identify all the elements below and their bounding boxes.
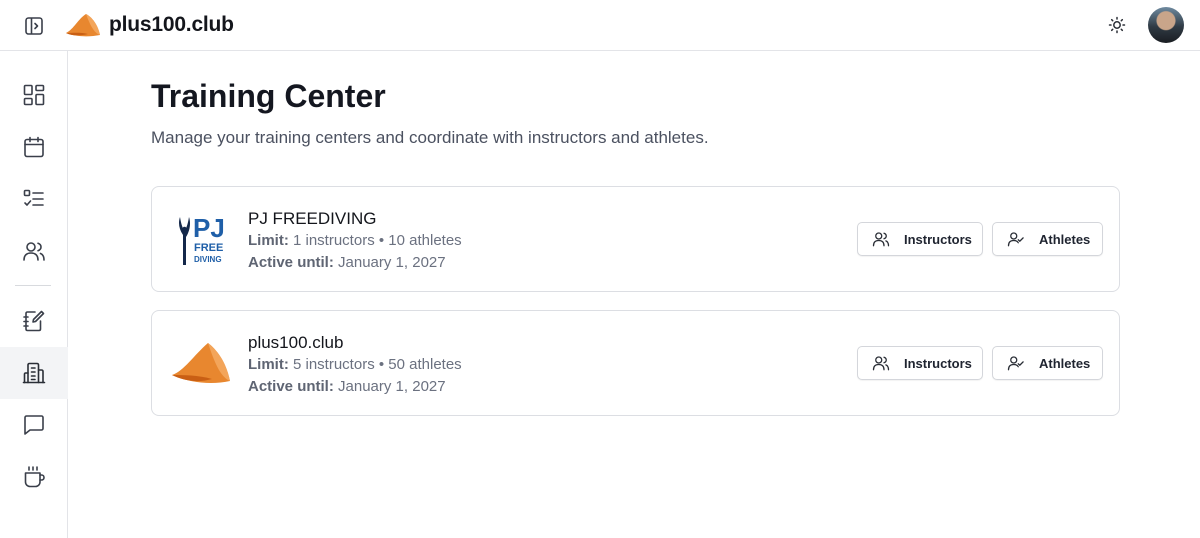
nav-calendar[interactable]	[0, 121, 68, 173]
sun-icon	[1108, 16, 1126, 34]
plus100-club-logo	[172, 343, 230, 383]
center-limit: Limit: 5 instructors • 50 athletes	[248, 356, 462, 373]
user-check-icon	[1007, 356, 1024, 371]
users-icon	[872, 232, 890, 247]
sidebar-divider	[15, 285, 51, 286]
center-active-until: Active until: January 1, 2027	[248, 254, 446, 271]
card-info: PJ FREEDIVING Limit: 1 instructors • 10 …	[248, 208, 462, 274]
nav-coffee[interactable]	[0, 451, 68, 503]
athletes-button[interactable]: Athletes	[992, 222, 1103, 256]
center-limit: Limit: 1 instructors • 10 athletes	[248, 232, 462, 249]
svg-text:PJ: PJ	[193, 213, 225, 243]
instructors-button[interactable]: Instructors	[857, 346, 983, 380]
message-icon	[24, 415, 44, 435]
instructors-button[interactable]: Instructors	[857, 222, 983, 256]
center-name: plus100.club	[248, 333, 344, 352]
athletes-button[interactable]: Athletes	[992, 346, 1103, 380]
dashboard-icon	[23, 84, 45, 106]
calendar-icon	[24, 136, 44, 158]
sidebar-toggle-button[interactable]	[22, 14, 46, 38]
coffee-icon	[24, 466, 45, 488]
users-icon	[23, 242, 45, 261]
svg-text:DIVING: DIVING	[194, 255, 222, 264]
training-center-card: plus100.club Limit: 5 instructors • 50 a…	[151, 310, 1120, 416]
top-bar: plus100.club	[0, 0, 1200, 51]
sidebar-toggle-icon	[25, 17, 43, 35]
brand-name[interactable]: plus100.club	[109, 13, 234, 37]
athletes-button-label: Athletes	[1039, 231, 1091, 247]
instructors-button-label: Instructors	[904, 231, 972, 247]
card-info: plus100.club Limit: 5 instructors • 50 a…	[248, 332, 462, 398]
athletes-button-label: Athletes	[1039, 355, 1091, 371]
notebook-edit-icon	[23, 310, 45, 332]
nav-journal[interactable]	[0, 295, 68, 347]
theme-toggle-button[interactable]	[1105, 13, 1129, 37]
nav-training-center[interactable]	[0, 347, 68, 399]
training-center-card: PJ FREE DIVING PJ FREEDIVING Limit: 1 in…	[151, 186, 1120, 292]
nav-dashboard[interactable]	[0, 69, 68, 121]
instructors-button-label: Instructors	[904, 355, 972, 371]
building-icon	[22, 362, 46, 384]
nav-users[interactable]	[0, 225, 68, 277]
nav-messages[interactable]	[0, 399, 68, 451]
users-icon	[872, 356, 890, 371]
user-check-icon	[1007, 232, 1024, 247]
nav-tasks[interactable]	[0, 173, 68, 225]
sidebar	[0, 51, 68, 538]
pj-freediving-logo: PJ FREE DIVING	[179, 213, 225, 265]
checklist-icon	[23, 189, 44, 206]
brand-logo[interactable]	[64, 11, 102, 39]
center-active-until: Active until: January 1, 2027	[248, 378, 446, 395]
page-title: Training Center	[151, 78, 386, 114]
page-subtitle: Manage your training centers and coordin…	[151, 128, 709, 147]
center-name: PJ FREEDIVING	[248, 209, 377, 228]
user-avatar[interactable]	[1148, 7, 1184, 43]
svg-text:FREE: FREE	[194, 242, 223, 254]
